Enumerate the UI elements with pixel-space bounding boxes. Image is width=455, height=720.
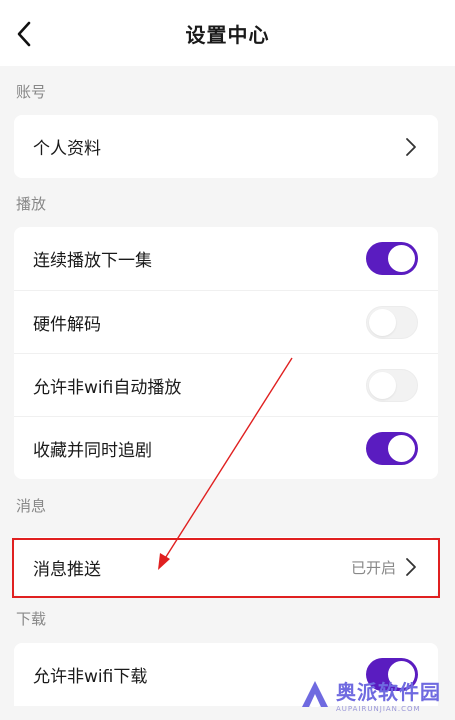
- playback-card: 连续播放下一集 硬件解码 允许非wifi自动播放 收藏并同时追剧: [14, 227, 438, 479]
- toggle-knob: [388, 245, 415, 272]
- account-card: 个人资料: [14, 115, 438, 178]
- section-label-messages: 消息: [16, 497, 47, 515]
- toggle-knob: [388, 434, 415, 462]
- watermark-text-block: 奥派软件园 AUPAIRUNJIAN.COM: [336, 676, 441, 713]
- section-label-account: 账号: [16, 83, 47, 101]
- row-hardware-decode: 硬件解码: [14, 290, 438, 353]
- chevron-right-icon: [404, 137, 418, 157]
- row-non-wifi-autoplay: 允许非wifi自动播放: [14, 353, 438, 416]
- row-label: 连续播放下一集: [33, 251, 152, 271]
- section-label-download: 下载: [16, 610, 47, 628]
- messages-card: 消息推送 已开启: [14, 537, 438, 597]
- row-profile[interactable]: 个人资料: [14, 115, 438, 178]
- hardware-decode-toggle[interactable]: [366, 305, 418, 339]
- watermark-subtext: AUPAIRUNJIAN.COM: [336, 704, 421, 713]
- row-label: 硬件解码: [33, 314, 101, 335]
- row-autoplay-next: 连续播放下一集: [14, 227, 438, 290]
- back-arrow-icon: [17, 21, 31, 47]
- section-label-playback: 播放: [16, 195, 47, 213]
- row-favorite-follow: 收藏并同时追剧: [14, 416, 438, 479]
- top-bar: 设置中心: [0, 0, 455, 66]
- chevron-right-icon: [404, 557, 418, 577]
- row-label: 收藏并同时追剧: [33, 440, 152, 461]
- toggle-knob: [369, 371, 396, 399]
- non-wifi-autoplay-toggle[interactable]: [366, 368, 418, 402]
- back-button[interactable]: [10, 19, 38, 49]
- row-label: 消息推送: [33, 559, 101, 580]
- row-push-notification[interactable]: 消息推送 已开启: [14, 537, 438, 597]
- autoplay-next-toggle[interactable]: [366, 242, 418, 275]
- row-label: 个人资料: [33, 139, 101, 159]
- toggle-knob: [369, 308, 396, 336]
- watermark-text: 奥派软件园: [336, 679, 441, 704]
- watermark: 奥派软件园 AUPAIRUNJIAN.COM: [300, 674, 441, 714]
- row-label: 允许非wifi自动播放: [33, 377, 182, 398]
- watermark-logo-icon: [302, 681, 328, 707]
- status-value: 已开启: [350, 558, 396, 577]
- page-title: 设置中心: [185, 22, 270, 47]
- favorite-follow-toggle[interactable]: [366, 431, 418, 465]
